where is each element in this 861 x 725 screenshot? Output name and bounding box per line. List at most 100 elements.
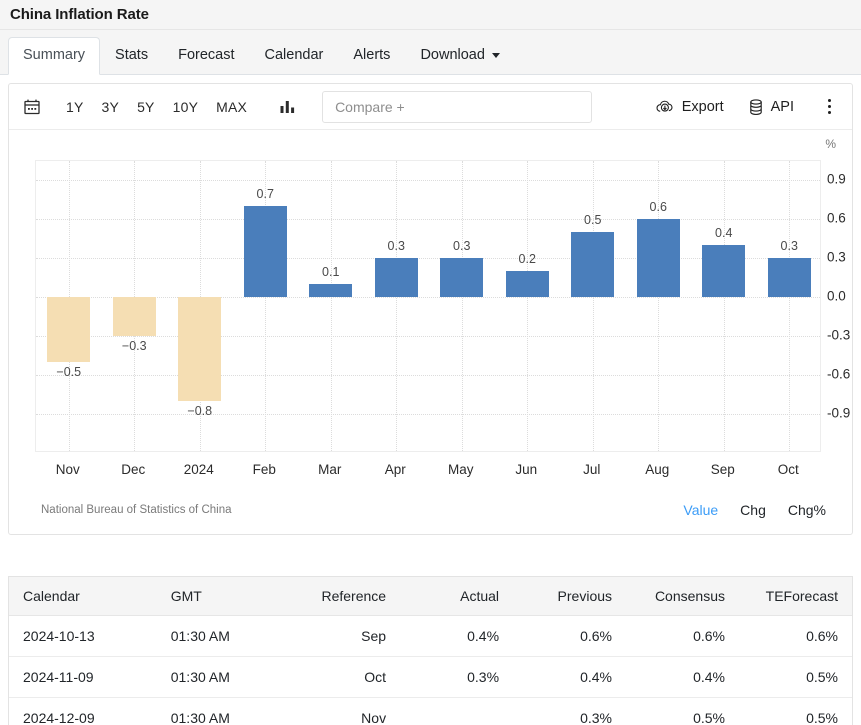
y-axis-tick-label: -0.6 — [827, 367, 850, 382]
y-axis-tick-label: 0.3 — [827, 250, 846, 265]
table-column-header-actual[interactable]: Actual — [400, 577, 513, 616]
table-cell-previous: 0.6% — [513, 616, 626, 657]
y-axis-tick-label: -0.3 — [827, 328, 850, 343]
bar-jul[interactable] — [571, 232, 614, 297]
bar-oct[interactable] — [768, 258, 811, 297]
compare-input-wrapper[interactable] — [322, 91, 592, 123]
table-cell-actual: 0.3% — [400, 657, 513, 698]
gridline-vertical — [265, 161, 266, 451]
table-header: CalendarGMTReferenceActualPreviousConsen… — [9, 577, 852, 616]
range-button-5y[interactable]: 5Y — [128, 95, 164, 119]
bar-value-label: 0.5 — [571, 213, 614, 227]
table-cell-gmt: 01:30 AM — [157, 616, 279, 657]
bar-value-label: 0.1 — [309, 265, 352, 279]
table-cell-teforecast: 0.5% — [739, 698, 852, 725]
table-cell-actual: 0.4% — [400, 616, 513, 657]
series-toggle-chg[interactable]: Chg — [740, 502, 766, 518]
x-axis-tick-label: Mar — [297, 462, 363, 477]
table-cell-previous: 0.3% — [513, 698, 626, 725]
range-button-3y[interactable]: 3Y — [93, 95, 129, 119]
table-cell-teforecast: 0.6% — [739, 616, 852, 657]
table-row[interactable]: 2024-12-0901:30 AMNov0.3%0.5%0.5% — [9, 698, 852, 725]
x-axis-tick-label: Nov — [35, 462, 101, 477]
bar-mar[interactable] — [309, 284, 352, 297]
tab-label: Forecast — [178, 47, 234, 63]
table-cell-reference: Nov — [278, 698, 400, 725]
table-row[interactable]: 2024-11-0901:30 AMOct0.3%0.4%0.4%0.5% — [9, 657, 852, 698]
tab-bar: Summary Stats Forecast CalendarAlertsDownlo… — [0, 30, 861, 75]
tab-stats[interactable]: Stats — [100, 37, 163, 75]
table-column-header-reference[interactable]: Reference — [278, 577, 400, 616]
y-axis-tick-label: -0.9 — [827, 406, 850, 421]
range-button-10y[interactable]: 10Y — [164, 95, 208, 119]
bar-2024[interactable] — [178, 297, 221, 401]
x-axis-tick-label: Aug — [625, 462, 691, 477]
bar-dec[interactable] — [113, 297, 156, 336]
chart-source: National Bureau of Statistics of China — [41, 504, 232, 516]
export-button[interactable]: Export — [645, 94, 734, 120]
plot-area: % −0.5−0.3−0.80.70.10.30.30.20.50.60.40.… — [9, 130, 852, 535]
table-cell-gmt: 01:30 AM — [157, 698, 279, 725]
compare-input[interactable] — [333, 98, 581, 116]
series-toggle-chgpct[interactable]: Chg% — [788, 502, 826, 518]
series-toggle-value[interactable]: Value — [683, 502, 718, 518]
tab-summary[interactable]: Summary — [8, 37, 100, 75]
bar-value-label: 0.3 — [440, 239, 483, 253]
table-cell-calendar: 2024-10-13 — [9, 616, 157, 657]
table-cell-gmt: 01:30 AM — [157, 657, 279, 698]
table-cell-previous: 0.4% — [513, 657, 626, 698]
gridline-horizontal — [36, 336, 820, 337]
tab-forecast[interactable]: Forecast — [163, 37, 249, 75]
database-icon — [748, 98, 764, 116]
gridline-vertical — [724, 161, 725, 451]
x-axis-tick-label: Apr — [363, 462, 429, 477]
table-column-header-consensus[interactable]: Consensus — [626, 577, 739, 616]
table-cell-calendar: 2024-11-09 — [9, 657, 157, 698]
tab-calendar[interactable]: Calendar — [250, 37, 339, 75]
gridline-vertical — [462, 161, 463, 451]
calendar-icon[interactable] — [15, 90, 49, 124]
table-cell-consensus: 0.6% — [626, 616, 739, 657]
gridline-vertical — [593, 161, 594, 451]
table-body: 2024-10-1301:30 AMSep0.4%0.6%0.6%0.6%202… — [9, 616, 852, 725]
table-cell-consensus: 0.4% — [626, 657, 739, 698]
table-column-header-calendar[interactable]: Calendar — [9, 577, 157, 616]
bar-value-label: 0.3 — [768, 239, 811, 253]
gridline-vertical — [789, 161, 790, 451]
bar-chart-icon[interactable] — [270, 90, 304, 124]
table-cell-consensus: 0.5% — [626, 698, 739, 725]
bar-feb[interactable] — [244, 206, 287, 297]
bar-value-label: 0.3 — [375, 239, 418, 253]
table-column-header-teforecast[interactable]: TEForecast — [739, 577, 852, 616]
table-row[interactable]: 2024-10-1301:30 AMSep0.4%0.6%0.6%0.6% — [9, 616, 852, 657]
range-button-1y[interactable]: 1Y — [57, 95, 93, 119]
tab-alerts[interactable]: Alerts — [338, 37, 405, 75]
bar-value-label: 0.7 — [244, 187, 287, 201]
bar-jun[interactable] — [506, 271, 549, 297]
table-column-header-gmt[interactable]: GMT — [157, 577, 279, 616]
plot-canvas: −0.5−0.3−0.80.70.10.30.30.20.50.60.40.3 — [35, 160, 821, 452]
tab-label: Stats — [115, 47, 148, 63]
bar-value-label: 0.4 — [702, 226, 745, 240]
bar-value-label: 0.2 — [506, 252, 549, 266]
bar-aug[interactable] — [637, 219, 680, 297]
gridline-horizontal — [36, 180, 820, 181]
range-button-max[interactable]: MAX — [207, 95, 256, 119]
kebab-menu-icon[interactable] — [816, 92, 842, 122]
bar-nov[interactable] — [47, 297, 90, 362]
bar-sep[interactable] — [702, 245, 745, 297]
page-header: China Inflation Rate — [0, 0, 861, 30]
tab-download[interactable]: Download — [405, 37, 515, 75]
series-toggle-group: Value Chg Chg% — [683, 502, 834, 518]
bar-apr[interactable] — [375, 258, 418, 297]
gridline-vertical — [396, 161, 397, 451]
table-column-header-previous[interactable]: Previous — [513, 577, 626, 616]
x-axis-tick-label: 2024 — [166, 462, 232, 477]
tab-label: Summary — [23, 47, 85, 63]
y-axis-tick-label: 0.9 — [827, 172, 846, 187]
bar-may[interactable] — [440, 258, 483, 297]
x-axis-tick-label: Feb — [232, 462, 298, 477]
api-button[interactable]: API — [738, 93, 804, 121]
y-axis-tick-label: 0.6 — [827, 211, 846, 226]
gridline-vertical — [527, 161, 528, 451]
